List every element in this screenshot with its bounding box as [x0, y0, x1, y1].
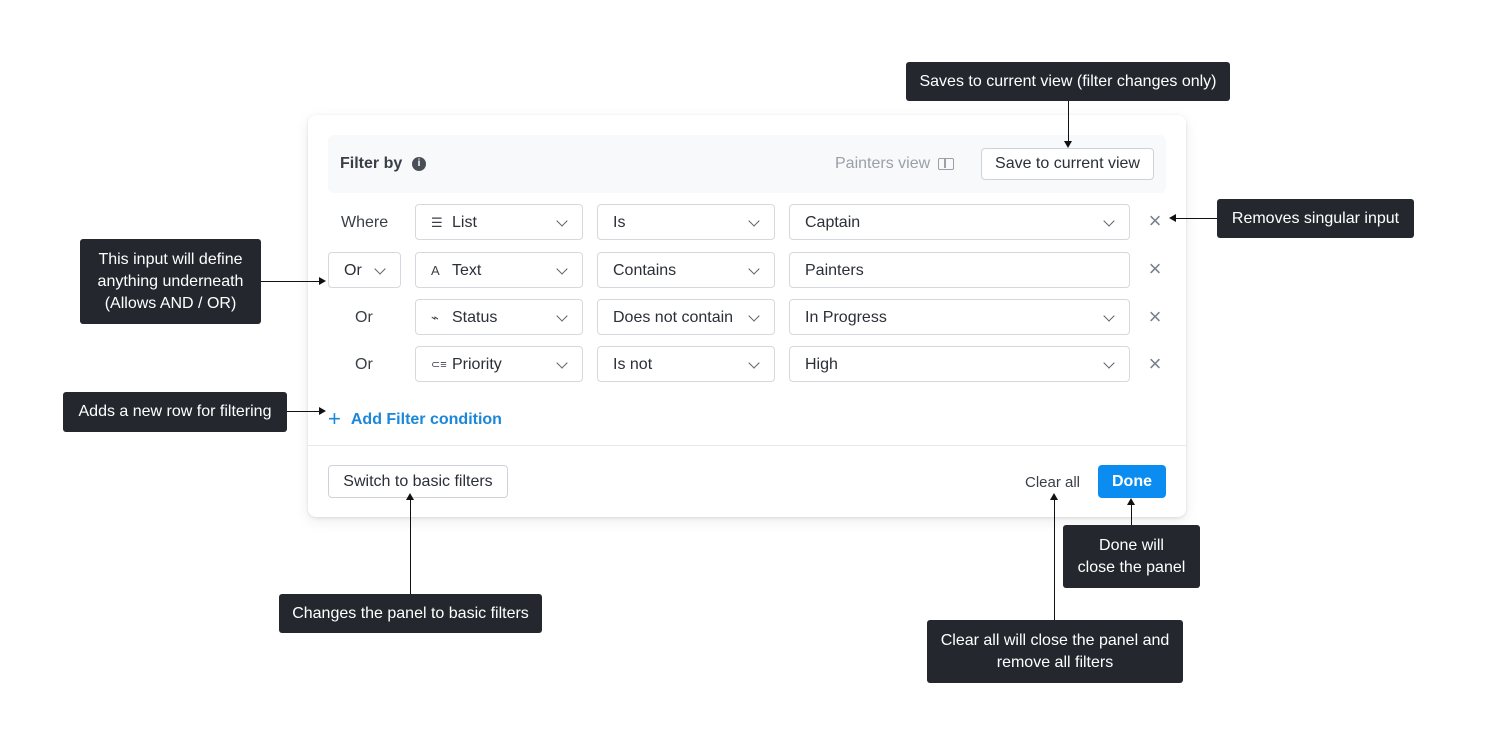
chevron-down-icon	[748, 215, 760, 227]
field-select-text[interactable]: A Text	[415, 252, 583, 288]
priority-icon: ⊂≡	[431, 359, 447, 371]
close-icon[interactable]: ×	[1147, 306, 1163, 328]
switch-to-basic-filters-button[interactable]: Switch to basic filters	[328, 465, 508, 498]
done-button[interactable]: Done	[1098, 465, 1166, 498]
operator-select-contains[interactable]: Contains	[597, 252, 775, 288]
operator-label: Is	[613, 214, 626, 231]
annotation-text: This input will define anything undernea…	[97, 250, 244, 312]
operator-label: Does not contain	[613, 309, 734, 326]
annotation-line	[261, 281, 320, 283]
conjunction-label: Or	[344, 262, 362, 279]
chevron-down-icon	[374, 263, 386, 275]
info-icon[interactable]: i	[412, 157, 426, 171]
annotation-line	[1176, 218, 1217, 220]
view-name: Painters view	[835, 155, 931, 172]
row-conjunction-or: Or	[355, 309, 373, 326]
save-to-current-view-button[interactable]: Save to current view	[981, 148, 1154, 180]
close-icon[interactable]: ×	[1147, 210, 1163, 232]
annotation-text: Clear all will close the panel and remov…	[940, 631, 1170, 671]
annotation-basic-filters: Changes the panel to basic filters	[279, 594, 542, 633]
row-conjunction-or: Or	[355, 356, 373, 373]
conjunction-select[interactable]: Or	[328, 252, 401, 288]
field-select-status[interactable]: ⌁ Status	[415, 299, 583, 335]
annotation-line	[1054, 500, 1056, 620]
annotation-text: Adds a new row for filtering	[78, 403, 272, 420]
list-icon: ☰	[431, 215, 443, 230]
field-select-label: Status	[452, 309, 498, 326]
arrow-right-icon	[319, 407, 326, 415]
annotation-text: Removes singular input	[1231, 209, 1400, 227]
chevron-down-icon	[748, 310, 760, 322]
value-input-painters[interactable]: Painters	[789, 252, 1130, 288]
status-icon: ⌁	[431, 310, 439, 325]
value-select-high[interactable]: High	[789, 346, 1130, 382]
chevron-down-icon	[748, 263, 760, 275]
footer-divider	[308, 445, 1186, 446]
arrow-left-icon	[1169, 214, 1176, 222]
operator-select-is-not[interactable]: Is not	[597, 346, 775, 382]
chevron-down-icon	[556, 357, 568, 369]
value-label: Captain	[805, 214, 861, 231]
field-select-label: Priority	[452, 356, 502, 373]
chevron-down-icon	[1103, 215, 1115, 227]
operator-select-is[interactable]: Is	[597, 204, 775, 240]
add-filter-condition-label: Add Filter condition	[350, 411, 502, 428]
arrow-right-icon	[319, 277, 326, 285]
annotation-save-view: Saves to current view (filter changes on…	[906, 62, 1230, 101]
field-select-list[interactable]: ☰ List	[415, 204, 583, 240]
clear-all-button[interactable]: Clear all	[1025, 474, 1080, 491]
book-icon	[938, 158, 954, 170]
arrow-up-icon	[1050, 493, 1058, 500]
annotation-line	[1131, 505, 1133, 525]
chevron-down-icon	[1103, 357, 1115, 369]
chevron-down-icon	[1103, 310, 1115, 322]
value-label: In Progress	[805, 309, 887, 326]
operator-select-does-not-contain[interactable]: Does not contain	[597, 299, 775, 335]
filter-header: Filter by i Painters view Save to curren…	[328, 135, 1166, 193]
field-select-label: List	[452, 214, 477, 231]
operator-label: Is not	[613, 356, 653, 373]
row-conjunction-where: Where	[341, 214, 389, 231]
close-icon[interactable]: ×	[1147, 258, 1163, 280]
annotation-add-row: Adds a new row for filtering	[63, 392, 287, 432]
text-icon: A	[431, 263, 440, 278]
value-select-captain[interactable]: Captain	[789, 204, 1130, 240]
annotation-text: Saves to current view (filter changes on…	[919, 72, 1217, 90]
arrow-up-icon	[1127, 498, 1135, 505]
close-icon[interactable]: ×	[1147, 353, 1163, 375]
value-select-in-progress[interactable]: In Progress	[789, 299, 1130, 335]
annotation-line	[287, 411, 320, 413]
value-label: Painters	[805, 262, 864, 279]
arrow-up-icon	[406, 493, 414, 500]
chevron-down-icon	[748, 357, 760, 369]
plus-icon: +	[328, 406, 341, 431]
annotation-done: Done will close the panel	[1063, 525, 1200, 588]
add-filter-condition-button[interactable]: + Add Filter condition	[328, 404, 502, 431]
filter-panel: Filter by i Painters view Save to curren…	[308, 115, 1186, 517]
annotation-text: Changes the panel to basic filters	[292, 604, 529, 622]
arrow-down-icon	[1064, 141, 1072, 148]
chevron-down-icon	[556, 310, 568, 322]
annotation-clear-all: Clear all will close the panel and remov…	[927, 620, 1183, 683]
operator-label: Contains	[613, 262, 677, 279]
chevron-down-icon	[556, 263, 568, 275]
filter-by-title: Filter by	[340, 155, 403, 172]
chevron-down-icon	[556, 215, 568, 227]
annotation-line	[410, 500, 412, 594]
field-select-label: Text	[452, 262, 482, 279]
annotation-remove-input: Removes singular input	[1217, 199, 1414, 238]
annotation-text: Done will close the panel	[1077, 536, 1186, 576]
field-select-priority[interactable]: ⊂≡ Priority	[415, 346, 583, 382]
annotation-line	[1068, 101, 1070, 142]
value-label: High	[805, 356, 838, 373]
annotation-conjunction: This input will define anything undernea…	[80, 239, 261, 324]
